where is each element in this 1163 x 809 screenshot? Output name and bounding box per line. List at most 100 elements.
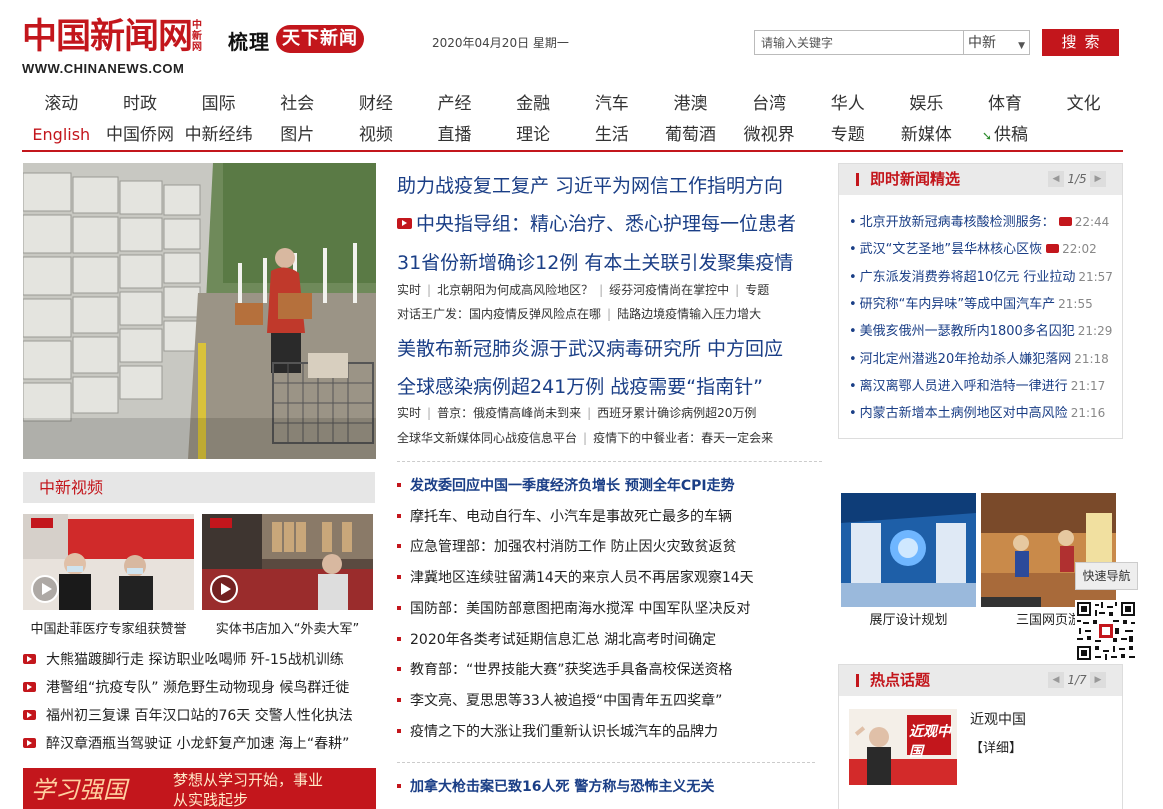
quick-nav-button[interactable]: 快速导航 [1075,562,1138,590]
sub-link[interactable]: 西班牙累计确诊病例超20万例 [597,406,756,420]
prev-icon[interactable]: ◀ [1048,672,1064,688]
news-list-item[interactable]: 2020年各类考试延期信息汇总 湖北高考时间确定 [397,631,716,649]
list-item-text: 教育部：“世界技能大赛”获奖选手具备高校保送资格 [410,662,733,679]
nav-item[interactable]: 滚动 [22,92,101,116]
nav-item[interactable]: 金融 [494,92,573,116]
prev-icon[interactable]: ◀ [1048,171,1064,187]
news-list-item[interactable]: 教育部：“世界技能大赛”获奖选手具备高校保送资格 [397,661,733,679]
video-thumb-2-caption[interactable]: 实体书店加入“外卖大军” [202,618,373,637]
sub-link[interactable]: 实时 [397,406,421,420]
nav-item[interactable]: 时政 [101,92,180,116]
nav-item[interactable]: English [22,123,101,147]
nav-item[interactable]: 微视界 [730,123,809,147]
news-list-item[interactable]: 津冀地区连续驻留满14天的来京人员不再居家观察14天 [397,569,754,587]
video-list-item[interactable]: 大熊猫踱脚行走 探访职业吆喝师 歼-15战机训练 [23,651,344,669]
headline-2[interactable]: 中央指导组：精心治疗、悉心护理每一位患者 [397,211,796,237]
headline-photo[interactable] [23,163,376,459]
sub-link[interactable]: 绥芬河疫情尚在掌控中 [609,283,729,297]
news-list-item[interactable]: 应急管理部：加强农村消防工作 防止因火灾致贫返贫 [397,538,736,556]
nav-item[interactable]: 视频 [337,123,416,147]
instant-news-text: 研究称“车内异味”等成中国汽车产 [859,296,1056,312]
video-icon [23,682,36,692]
video-list-item[interactable]: 福州初三复课 百年汉口站的76天 交警人性化执法 [23,707,353,725]
news-list-item[interactable]: 发改委回应中国一季度经济负增长 预测全年CPI走势 [397,477,735,495]
nav-item[interactable]: 葡萄酒 [651,123,730,147]
news-list-item[interactable]: 国防部：美国防部意图把南海水搅浑 中国军队坚决反对 [397,600,750,618]
nav-item[interactable]: 中国侨网 [101,123,180,147]
nav-item[interactable]: 中新经纬 [179,123,258,147]
current-date: 2020年04月20日 星期一 [432,36,569,50]
xuexi-banner[interactable]: 学习强国 梦想从学习开始，事业从实践起步 [23,768,376,809]
headline-3[interactable]: 31省份新增确诊12例 有本土关联引发聚集疫情 [397,250,793,276]
video-list-item[interactable]: 港警组“抗疫专队” 濒危野生动物现身 候鸟群迁徙 [23,679,349,697]
video-thumb-1-caption[interactable]: 中国赴菲医疗专家组获赞誉 [23,618,194,637]
next-icon[interactable]: ▶ [1090,672,1106,688]
sub-link[interactable]: 全球华文新媒体同心战疫信息平台 [397,431,577,445]
site-logo[interactable]: 中国新闻网 [22,17,193,57]
sub-link[interactable]: 专题 [745,283,769,297]
next-icon[interactable]: ▶ [1090,171,1106,187]
instant-news-item[interactable]: • 武汉“文艺圣地”昙华林核心区恢 22:02 [849,241,1097,258]
nav-item[interactable]: 专题 [808,123,887,147]
play-icon[interactable] [31,575,59,603]
news-list-2-item[interactable]: 加拿大枪击案已致16人死 警方称与恐怖主义无关 [397,778,714,796]
instant-news-time: 21:16 [1070,406,1106,421]
nav-item[interactable]: ➘ 供稿 [966,123,1045,148]
sub-link[interactable]: 陆路边境疫情输入压力增大 [617,307,761,321]
topic-title[interactable]: 近观中国 [970,709,1026,729]
nav-item[interactable]: 财经 [337,92,416,116]
news-list-item[interactable]: 李文亮、夏思思等33人被追授“中国青年五四奖章” [397,692,722,710]
instant-news-title[interactable]: 即时新闻精选 [870,164,960,195]
topic-image[interactable]: 近观中国 [849,709,957,785]
instant-news-item[interactable]: • 美俄亥俄州一瑟教所内1800多名囚犯 21:29 [849,323,1112,340]
search-input[interactable]: 请输入关键字 [754,30,964,55]
sub-link[interactable]: 北京朝阳为何成高风险地区？ [437,283,593,297]
search-button[interactable]: 搜索 [1042,29,1119,56]
nav-item[interactable]: 国际 [179,92,258,116]
video-section-title[interactable]: 中新视频 [23,472,375,503]
video-thumb-1[interactable] [23,514,194,610]
video-thumb-2[interactable] [202,514,373,610]
nav-item[interactable]: 汽车 [573,92,652,116]
topic-detail-link[interactable]: 【详细】 [970,737,1022,756]
instant-news-time: 21:29 [1077,324,1113,339]
search-scope-select[interactable]: 中新 ▼ [964,30,1030,55]
nav-item[interactable]: 直播 [415,123,494,147]
headline-1[interactable]: 助力战疫复工复产 习近平为网信工作指明方向 [397,173,783,199]
sub-link[interactable]: 疫情下的中餐业者：春天一定会来 [593,431,773,445]
sub-link[interactable]: 普京：俄疫情高峰尚未到来 [437,406,581,420]
instant-news-item[interactable]: • 广东派发消费券将超10亿元 行业拉动 21:57 [849,269,1113,286]
headline-4[interactable]: 美散布新冠肺炎源于武汉病毒研究所 中方回应 [397,336,783,362]
nav-item[interactable]: 生活 [573,123,652,147]
topics-title[interactable]: 热点话题 [870,665,930,696]
instant-news-item[interactable]: • 内蒙古新增本土病例地区对中高风险 21:16 [849,405,1105,422]
bullet-icon [397,483,401,487]
play-icon[interactable] [210,575,238,603]
instant-news-item[interactable]: • 研究称“车内异味”等成中国汽车产 21:55 [849,296,1093,313]
exhibition-ad-image[interactable] [841,493,976,607]
news-list-item[interactable]: 疫情之下的大涨让我们重新认识长城汽车的品牌力 [397,723,718,741]
sub-link[interactable]: 对话王广发：国内疫情反弹风险点在哪 [397,307,601,321]
nav-item[interactable]: 娱乐 [887,92,966,116]
exhibition-ad-caption[interactable]: 展厅设计规划 [841,609,976,628]
nav-item[interactable]: 文化 [1044,92,1123,116]
nav-item[interactable]: 图片 [258,123,337,147]
headline-5[interactable]: 全球感染病例超241万例 战疫需要“指南针” [397,374,763,400]
bullet-icon [397,544,401,549]
sub-link[interactable]: 实时 [397,283,421,297]
nav-item[interactable]: 华人 [808,92,887,116]
nav-item[interactable]: 港澳 [651,92,730,116]
nav-item[interactable]: 新媒体 [887,123,966,147]
instant-news-time: 21:57 [1078,269,1113,284]
instant-news-item[interactable]: • 北京开放新冠病毒核酸检测服务： 22:44 [849,214,1109,231]
bullet-icon [397,605,401,610]
nav-item[interactable]: 台湾 [730,92,809,116]
nav-item[interactable]: 社会 [258,92,337,116]
nav-item[interactable]: 产经 [415,92,494,116]
instant-news-item[interactable]: • 河北定州潜逃20年抢劫杀人嫌犯落网 21:18 [849,351,1109,368]
nav-item[interactable]: 体育 [966,92,1045,116]
nav-item[interactable]: 理论 [494,123,573,147]
instant-news-item[interactable]: • 离汉离鄂人员进入呼和浩特一律进行 21:17 [849,378,1105,395]
news-list-item[interactable]: 摩托车、电动自行车、小汽车是事故死亡最多的车辆 [397,508,732,526]
video-list-item[interactable]: 醉汉章酒瓶当驾驶证 小龙虾复产加速 海上“春耕” [23,735,349,753]
